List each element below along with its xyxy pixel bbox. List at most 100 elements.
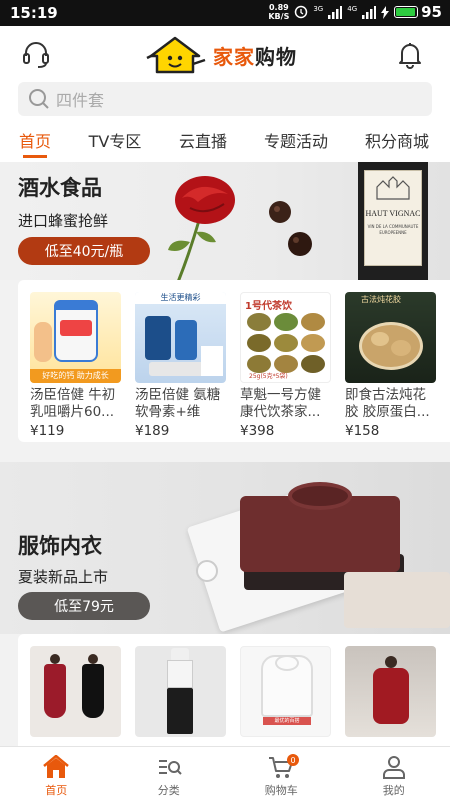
product-card-apparel: 最优的百搭	[18, 634, 450, 746]
banner-food-button[interactable]: 低至40元/瓶	[18, 237, 150, 265]
user-icon	[382, 756, 405, 779]
category-tabs: 首页 TV专区 云直播 专题活动 积分商城	[0, 124, 450, 162]
banner-apparel-subtitle: 夏装新品上市	[18, 568, 109, 586]
app-header: 家家购物	[0, 26, 450, 82]
category-icon	[158, 760, 182, 775]
product-name: 即食古法炖花胶 胶原蛋白...	[345, 387, 430, 420]
search-placeholder: 四件套	[56, 91, 105, 110]
status-icons: 0.89 KB/S 3G 4G 95	[268, 3, 442, 21]
banner-apparel[interactable]: 服饰内衣 夏装新品上市 低至79元	[0, 462, 450, 634]
charging-icon	[381, 5, 390, 19]
nav-profile[interactable]: 我的	[338, 747, 450, 800]
product-item[interactable]	[30, 646, 121, 746]
banner-food-subtitle: 进口蜂蜜抢鲜	[18, 212, 109, 230]
product-image-caption: 古法炖花胶	[361, 295, 401, 304]
search-input[interactable]: 四件套	[18, 82, 432, 116]
section-apparel: 服饰内衣 夏装新品上市 低至79元 最优的百搭	[0, 462, 450, 746]
tab-topics[interactable]: 专题活动	[263, 124, 329, 152]
product-name: 草魁一号方健康代饮茶家...	[240, 387, 321, 420]
product-price: ¥158	[345, 423, 380, 439]
signal-icon	[328, 5, 343, 19]
tab-home[interactable]: 首页	[19, 124, 51, 158]
bell-icon[interactable]	[394, 38, 426, 70]
app-logo: 家家购物	[145, 34, 297, 76]
product-image-note: 25g(5克*5袋)	[249, 373, 288, 380]
product-item[interactable]	[135, 646, 226, 746]
product-image-caption: 最优的百搭	[263, 717, 311, 725]
search-area: 四件套	[0, 82, 450, 124]
sweater-collar	[288, 482, 352, 510]
product-item[interactable]: 生活更精彩 汤臣倍健 氨糖软骨素+维生... ¥189	[135, 292, 226, 442]
alarm-icon	[295, 5, 308, 19]
battery: 95	[394, 3, 442, 21]
product-image-caption: 好吃的钙 助力成长	[30, 369, 121, 383]
headset-icon[interactable]	[20, 38, 52, 70]
product-image: 1号代茶饮 25g(5克*5袋)	[240, 292, 331, 383]
banner-food[interactable]: HAUT VIGNAC VIN DE LA COMMUNAUTE EUROPEE…	[0, 162, 450, 280]
product-item[interactable]: 好吃的钙 助力成长 汤臣倍健 牛初乳咀嚼片60... ¥119	[30, 292, 121, 442]
product-image-caption: 生活更精彩	[135, 292, 226, 304]
cart-badge: 0	[287, 754, 299, 766]
product-image	[135, 646, 226, 737]
house-logo-icon	[146, 36, 206, 74]
product-item[interactable]: 1号代茶饮 25g(5克*5袋) 草魁一号方健康代饮茶家... ¥398	[240, 292, 331, 442]
product-image	[30, 646, 121, 737]
product-image: 生活更精彩	[135, 292, 226, 383]
nav-category-label: 分类	[157, 784, 180, 797]
bottom-nav: 首页 分类 0 购物车 我的	[0, 746, 450, 800]
signal-3g-label: 3G	[313, 5, 324, 13]
section-food: HAUT VIGNAC VIN DE LA COMMUNAUTE EUROPEE…	[0, 162, 450, 448]
rose-image	[168, 176, 235, 280]
product-image	[345, 646, 436, 737]
banner-food-title: 酒水食品	[18, 176, 102, 200]
banner-apparel-button[interactable]: 低至79元	[18, 592, 150, 620]
product-name: 汤臣倍健 牛初乳咀嚼片60...	[30, 387, 116, 420]
status-time: 15:19	[10, 4, 58, 22]
signal-4g-label: 4G	[347, 5, 358, 13]
tab-live[interactable]: 云直播	[178, 124, 228, 152]
product-image: 最优的百搭	[240, 646, 331, 737]
paper-roll-image	[196, 560, 218, 582]
logo-text: 家家购物	[213, 41, 297, 70]
status-bar: 15:19 0.89 KB/S 3G 4G 95	[0, 0, 450, 26]
banner-apparel-title: 服饰内衣	[18, 534, 102, 558]
net-speed-value: 0.89	[268, 3, 289, 12]
main-content: HAUT VIGNAC VIN DE LA COMMUNAUTE EUROPEE…	[0, 162, 450, 746]
product-image: 古法炖花胶	[345, 292, 436, 383]
nav-home[interactable]: 首页	[0, 747, 113, 800]
sweater-image	[344, 572, 450, 628]
logo-text-b: 购物	[255, 44, 297, 69]
product-image-caption: 1号代茶饮	[245, 301, 292, 312]
home-icon	[43, 755, 70, 778]
net-speed: 0.89 KB/S	[268, 3, 289, 21]
tab-tv[interactable]: TV专区	[88, 124, 142, 152]
chocolate-image	[269, 201, 312, 256]
wine-label-name: HAUT VIGNAC	[365, 209, 421, 218]
net-speed-unit: KB/S	[268, 12, 290, 21]
product-name: 汤臣倍健 氨糖软骨素+维生...	[135, 387, 221, 420]
signal-icon-2	[362, 5, 377, 19]
product-item[interactable]: 古法炖花胶 即食古法炖花胶 胶原蛋白... ¥158	[345, 292, 436, 442]
search-icon	[29, 89, 49, 109]
battery-fill	[396, 8, 416, 16]
battery-level: 95	[421, 3, 442, 21]
nav-profile-label: 我的	[382, 784, 405, 797]
product-price: ¥189	[135, 423, 170, 439]
wine-bottle-image: HAUT VIGNAC VIN DE LA COMMUNAUTE EUROPEE…	[358, 162, 428, 280]
tab-points-mall[interactable]: 积分商城	[364, 124, 430, 152]
product-item[interactable]	[345, 646, 436, 746]
nav-home-label: 首页	[45, 784, 68, 797]
product-item[interactable]: 最优的百搭	[240, 646, 331, 746]
nav-cart[interactable]: 0 购物车	[225, 747, 338, 800]
product-price: ¥398	[240, 423, 275, 439]
chateau-drawing	[376, 176, 410, 200]
battery-icon	[394, 6, 419, 18]
logo-text-a: 家家	[213, 44, 255, 69]
wine-label-sub: VIN DE LA COMMUNAUTE EUROPEENNE	[367, 224, 419, 235]
nav-category[interactable]: 分类	[113, 747, 226, 800]
nav-cart-label: 购物车	[264, 784, 298, 797]
product-card-food: 好吃的钙 助力成长 汤臣倍健 牛初乳咀嚼片60... ¥119 生活更精彩 汤臣…	[18, 280, 450, 442]
product-price: ¥119	[30, 423, 65, 439]
section-gap	[0, 448, 450, 462]
product-image: 好吃的钙 助力成长	[30, 292, 121, 383]
